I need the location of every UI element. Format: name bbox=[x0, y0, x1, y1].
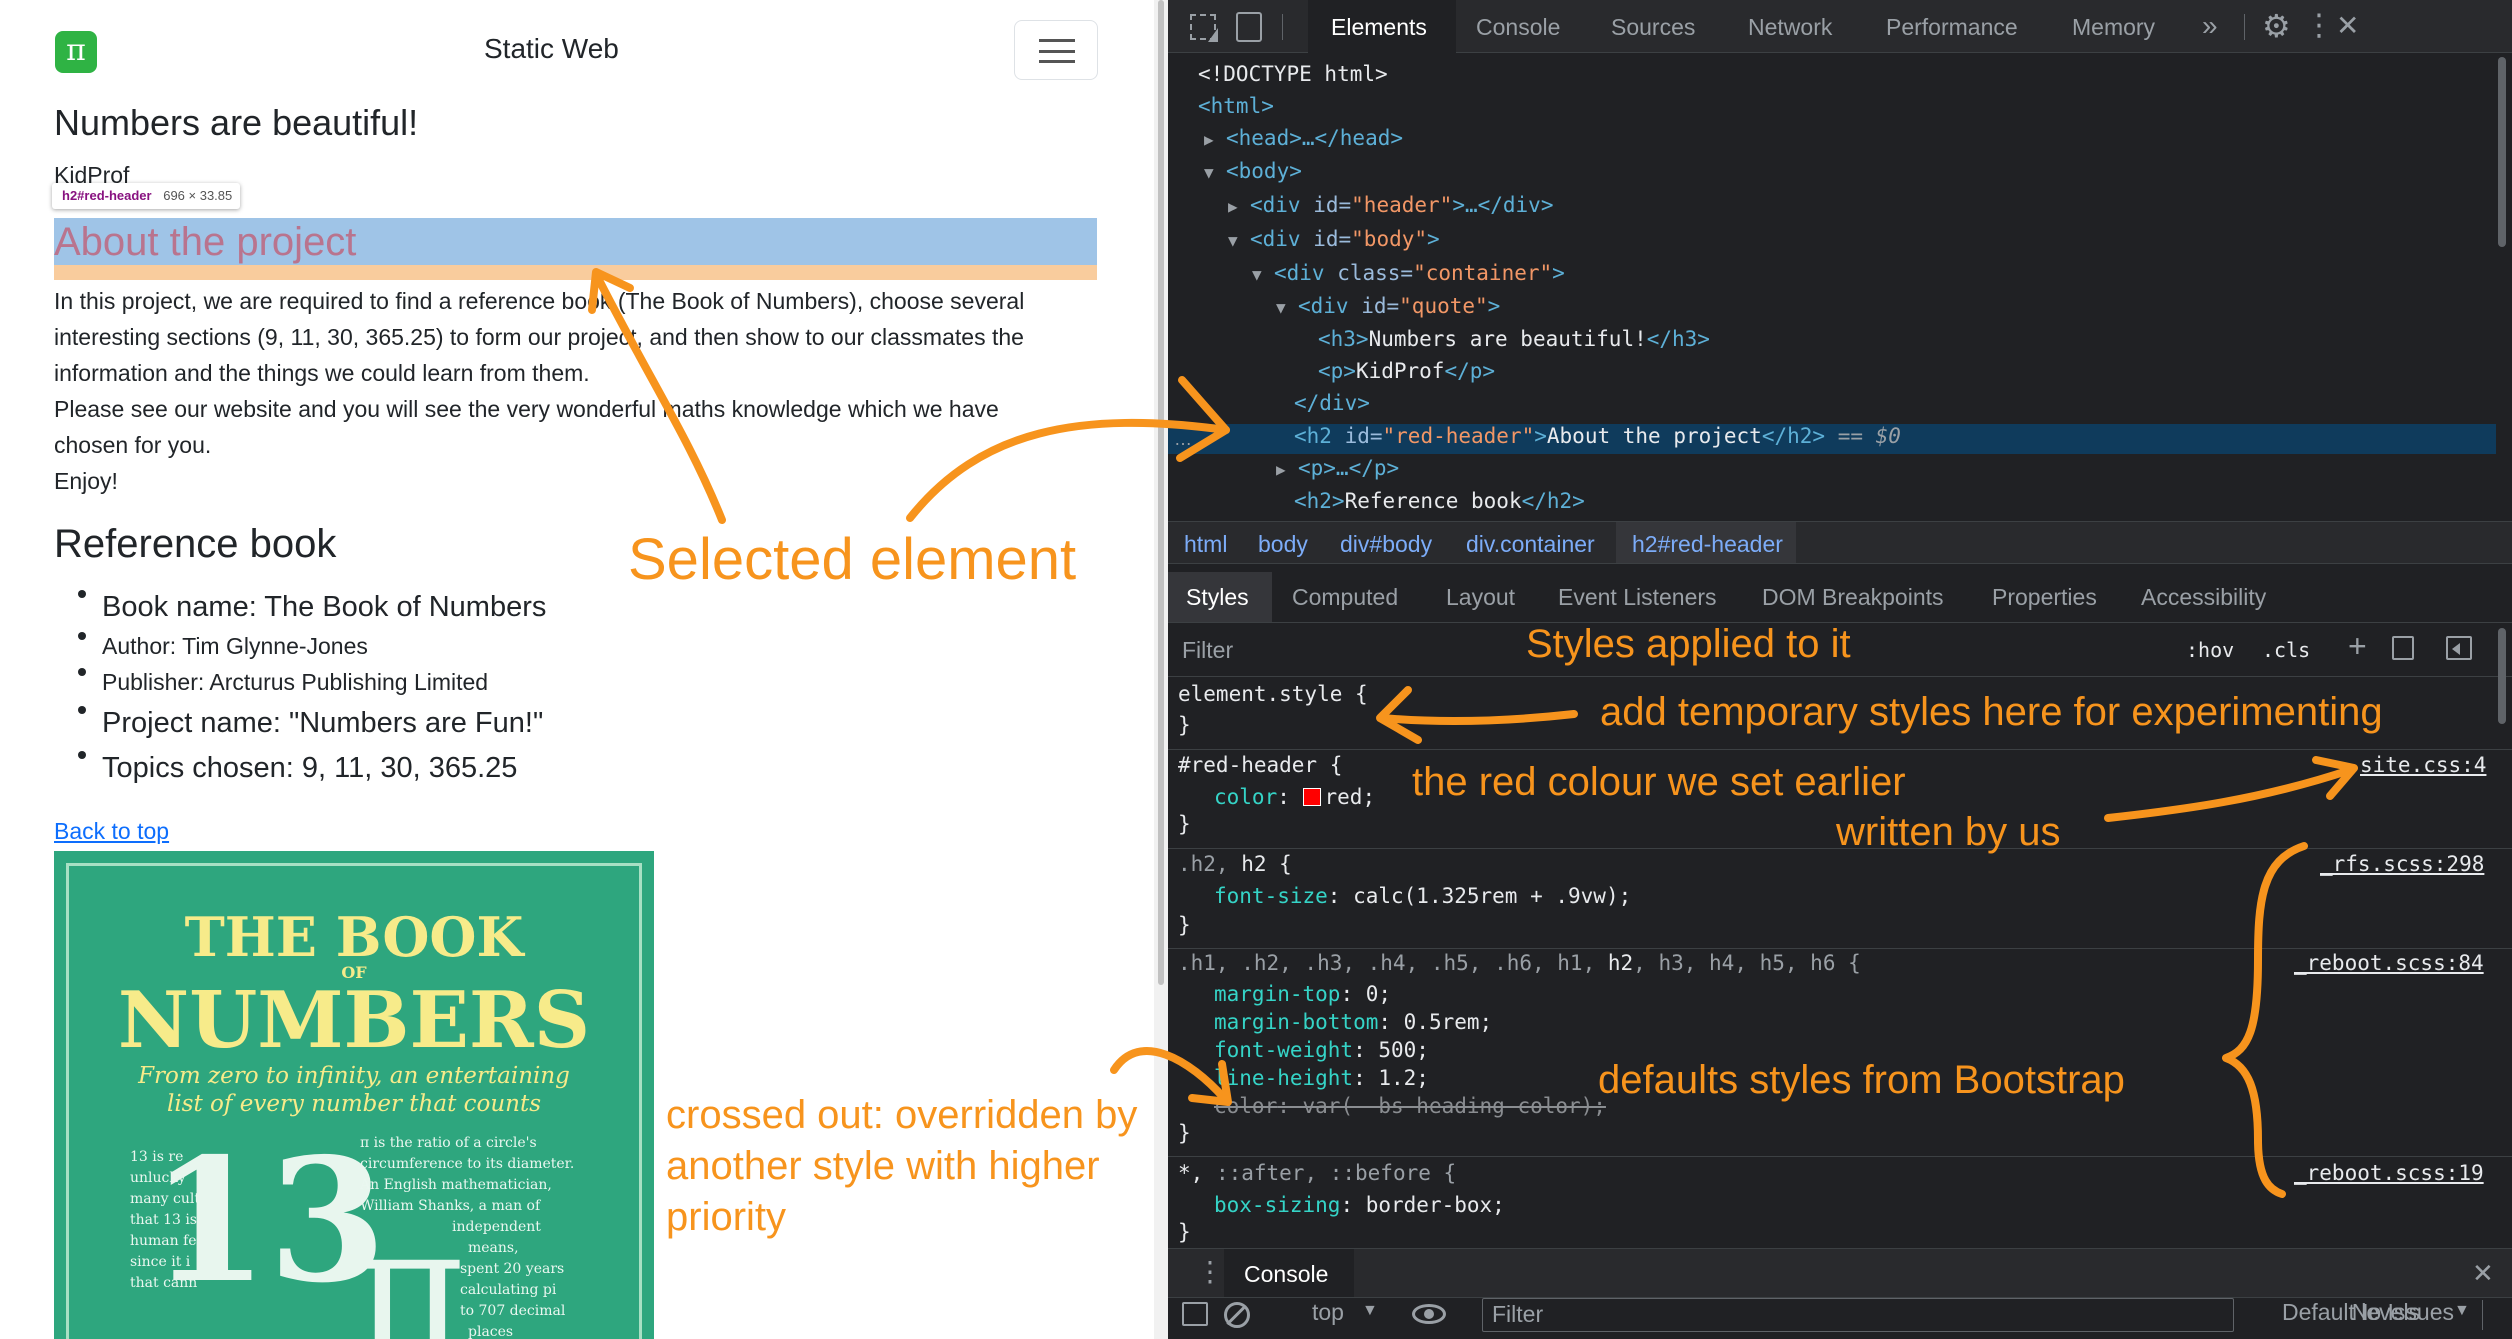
arrow-to-dom-row-head bbox=[1176, 376, 1230, 462]
arrow-to-source bbox=[2104, 766, 2354, 822]
arrow-to-dom-row bbox=[906, 418, 1230, 522]
arrow-to-element-style bbox=[1378, 710, 1578, 725]
arrow-to-overridden bbox=[1110, 1047, 1228, 1102]
annotation-arrows-overlay bbox=[588, 268, 2358, 1198]
bootstrap-brace bbox=[2222, 842, 2308, 1198]
arrow-to-header bbox=[594, 274, 726, 524]
arrow-to-element-style-head bbox=[1376, 686, 1422, 744]
